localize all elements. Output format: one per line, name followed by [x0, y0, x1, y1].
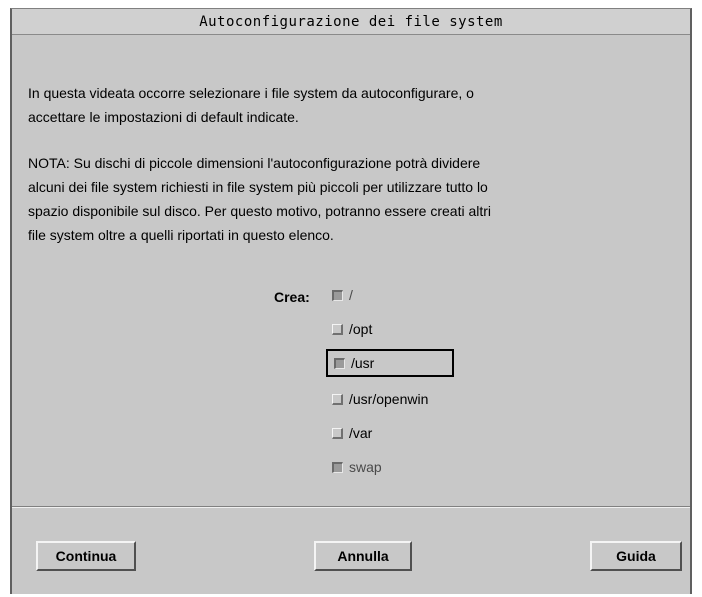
title-bar[interactable]: Autoconfigurazione dei file system: [12, 9, 690, 35]
checkbox-unchecked-icon[interactable]: [332, 427, 343, 439]
fs-checkbox-swap[interactable]: swap: [332, 453, 382, 481]
fs-label: swap: [349, 459, 382, 475]
dialog-window: Autoconfigurazione dei file system In qu…: [10, 8, 692, 594]
button-separator: [12, 506, 690, 508]
fs-checkbox-usr-openwin[interactable]: /usr/openwin: [332, 385, 428, 413]
fs-label: /: [349, 287, 353, 303]
checkbox-unchecked-icon[interactable]: [332, 393, 343, 405]
fs-label: /usr: [351, 355, 375, 371]
intro-line-1: In questa videata occorre selezionare i …: [28, 85, 474, 101]
note-line-4: file system oltre a quelli riportati in …: [28, 227, 334, 243]
help-button[interactable]: Guida: [590, 541, 682, 571]
fs-label: /usr/openwin: [349, 391, 429, 407]
checkbox-checked-icon[interactable]: [332, 289, 343, 301]
fs-checkbox-root[interactable]: /: [332, 281, 353, 309]
continue-button[interactable]: Continua: [36, 541, 136, 571]
fs-label: /opt: [349, 321, 373, 337]
fs-label: /var: [349, 425, 373, 441]
note-line-3: spazio disponibile sul disco. Per questo…: [28, 203, 492, 219]
checkbox-checked-icon[interactable]: [334, 357, 345, 369]
intro-paragraph: In questa videata occorre selezionare i …: [28, 81, 678, 129]
cancel-button[interactable]: Annulla: [314, 541, 412, 571]
intro-line-2: accettare le impostazioni di default ind…: [28, 109, 299, 125]
create-label: Crea:: [274, 289, 310, 305]
note-line-1: NOTA: Su dischi di piccole dimensioni l'…: [28, 155, 481, 171]
fs-checkbox-opt[interactable]: /opt: [332, 315, 372, 343]
note-line-2: alcuni dei file system richiesti in file…: [28, 179, 488, 195]
fs-checkbox-usr[interactable]: /usr: [326, 349, 454, 377]
fs-checkbox-var[interactable]: /var: [332, 419, 372, 447]
checkbox-checked-icon[interactable]: [332, 461, 343, 473]
checkbox-unchecked-icon[interactable]: [332, 323, 343, 335]
window-title: Autoconfigurazione dei file system: [199, 13, 503, 30]
note-paragraph: NOTA: Su dischi di piccole dimensioni l'…: [28, 151, 678, 247]
